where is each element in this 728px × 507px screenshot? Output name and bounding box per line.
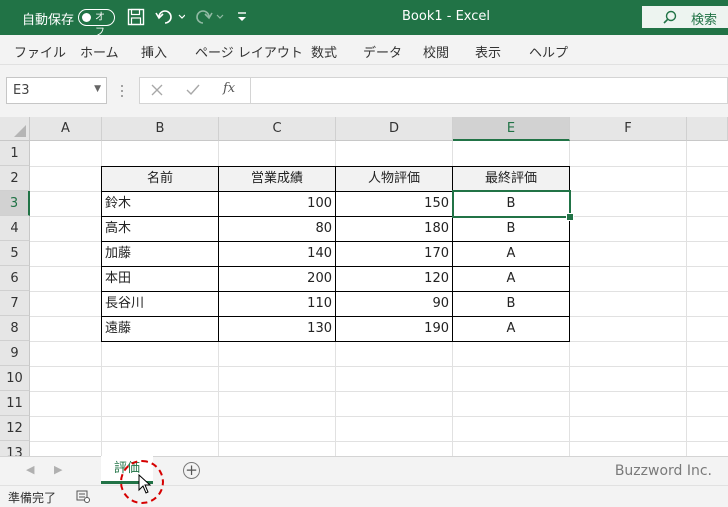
tab-insert[interactable]: 挿入: [141, 42, 167, 61]
tab-review[interactable]: 校閲: [423, 42, 449, 61]
table-header-sales[interactable]: 営業成績: [219, 167, 335, 191]
tab-view[interactable]: 表示: [475, 42, 501, 61]
row-header-2[interactable]: 2: [0, 166, 30, 191]
row-header-7[interactable]: 7: [0, 291, 30, 316]
column-header-e[interactable]: E: [453, 117, 570, 141]
tab-help[interactable]: ヘルプ: [529, 42, 568, 61]
table-cell-name[interactable]: 鈴木: [102, 192, 218, 216]
row-header-4[interactable]: 4: [0, 216, 30, 241]
table-cell-personality[interactable]: 190: [336, 317, 452, 341]
scroll-right-icon[interactable]: ▶: [54, 463, 62, 476]
column-header-c[interactable]: C: [219, 117, 336, 141]
mouse-cursor-icon: [138, 474, 152, 494]
name-box[interactable]: E3 ▼: [6, 77, 107, 104]
select-all-button[interactable]: [0, 117, 30, 141]
tab-formulas[interactable]: 数式: [311, 42, 337, 61]
save-icon[interactable]: [127, 8, 145, 26]
row-header-1[interactable]: 1: [0, 141, 30, 166]
search-box[interactable]: 検索: [642, 6, 728, 28]
macro-record-icon[interactable]: [76, 490, 90, 503]
table-header-final[interactable]: 最終評価: [453, 167, 569, 191]
column-header-f[interactable]: F: [570, 117, 687, 141]
table-cell-final[interactable]: A: [453, 242, 569, 266]
status-text: 準備完了: [8, 491, 57, 505]
column-header-d[interactable]: D: [336, 117, 453, 141]
chevron-down-icon[interactable]: ▼: [94, 84, 101, 94]
insert-function-icon[interactable]: fx: [223, 81, 235, 96]
name-box-value: E3: [13, 83, 30, 98]
add-sheet-button[interactable]: +: [183, 462, 200, 479]
table-cell-personality[interactable]: 170: [336, 242, 452, 266]
column-header-b[interactable]: B: [102, 117, 219, 141]
table-cell-final[interactable]: B: [453, 217, 569, 241]
table-cell-personality[interactable]: 90: [336, 292, 452, 316]
formula-controls: fx: [139, 77, 251, 104]
row-header-10[interactable]: 10: [0, 366, 30, 391]
table-cell-sales[interactable]: 100: [219, 192, 335, 216]
toggle-knob: [82, 13, 91, 22]
watermark: Buzzword Inc.: [614, 463, 712, 479]
enter-check-icon[interactable]: [186, 84, 200, 96]
sheet-tabs-bar: ◀ ▶ 評価 + Buzzword Inc.: [0, 456, 728, 485]
autosave-toggle[interactable]: オフ: [78, 9, 115, 38]
column-header-a[interactable]: A: [30, 117, 102, 141]
redo-icon[interactable]: [195, 8, 225, 26]
table-cell-personality[interactable]: 120: [336, 267, 452, 291]
row-header-11[interactable]: 11: [0, 391, 30, 416]
table-cell-final[interactable]: A: [453, 267, 569, 291]
row-header-3[interactable]: 3: [0, 191, 30, 216]
tab-file[interactable]: ファイル: [14, 42, 66, 61]
document-title: Book1 - Excel: [402, 9, 491, 24]
row-header-9[interactable]: 9: [0, 341, 30, 366]
row-header-13[interactable]: 13: [0, 441, 30, 456]
table-cell-personality[interactable]: 180: [336, 217, 452, 241]
table-cell-sales[interactable]: 130: [219, 317, 335, 341]
table-cell-name[interactable]: 本田: [102, 267, 218, 291]
search-icon: [663, 10, 677, 24]
table-cell-sales[interactable]: 110: [219, 292, 335, 316]
table-cell-sales[interactable]: 140: [219, 242, 335, 266]
table-cell-sales[interactable]: 200: [219, 267, 335, 291]
scroll-left-icon[interactable]: ◀: [26, 463, 34, 476]
table-cell-final[interactable]: B: [453, 292, 569, 316]
table-cell-name[interactable]: 高木: [102, 217, 218, 241]
worksheet-grid[interactable]: A B C D E F 1 2 3 4 5 6 7 8 9 10 11 12 1…: [0, 117, 728, 456]
tab-data[interactable]: データ: [363, 42, 402, 61]
row-header-5[interactable]: 5: [0, 241, 30, 266]
autosave-label: 自動保存: [22, 13, 75, 28]
table-cell-name[interactable]: 遠藤: [102, 317, 218, 341]
title-bar: 自動保存 オフ Book1 - Excel 検索: [0, 0, 728, 38]
table-header-name[interactable]: 名前: [102, 167, 218, 191]
fill-handle[interactable]: [566, 213, 574, 221]
table-cell-name[interactable]: 加藤: [102, 242, 218, 266]
table-cell-final[interactable]: A: [453, 317, 569, 341]
tab-home[interactable]: ホーム: [80, 42, 119, 61]
formula-input[interactable]: [251, 77, 728, 104]
undo-icon[interactable]: [155, 8, 185, 26]
row-header-12[interactable]: 12: [0, 416, 30, 441]
table-header-personality[interactable]: 人物評価: [336, 167, 452, 191]
ribbon-tabs: ファイル ホーム 挿入 ページ レイアウト 数式 データ 校閲 表示 ヘルプ: [0, 35, 728, 65]
table-cell-sales[interactable]: 80: [219, 217, 335, 241]
formula-bar: E3 ▼ fx: [0, 65, 728, 117]
cancel-icon[interactable]: [151, 84, 163, 96]
active-cell-selection[interactable]: [452, 190, 571, 218]
row-header-6[interactable]: 6: [0, 266, 30, 291]
column-header-g[interactable]: [687, 117, 728, 141]
table-cell-personality[interactable]: 150: [336, 192, 452, 216]
search-label: 検索: [691, 13, 718, 28]
drag-handle-icon[interactable]: [120, 84, 124, 98]
table-cell-name[interactable]: 長谷川: [102, 292, 218, 316]
row-header-8[interactable]: 8: [0, 316, 30, 341]
tab-page-layout[interactable]: ページ レイアウト: [195, 42, 303, 61]
status-bar: 準備完了: [0, 485, 728, 507]
customize-toolbar-icon[interactable]: [236, 8, 248, 26]
